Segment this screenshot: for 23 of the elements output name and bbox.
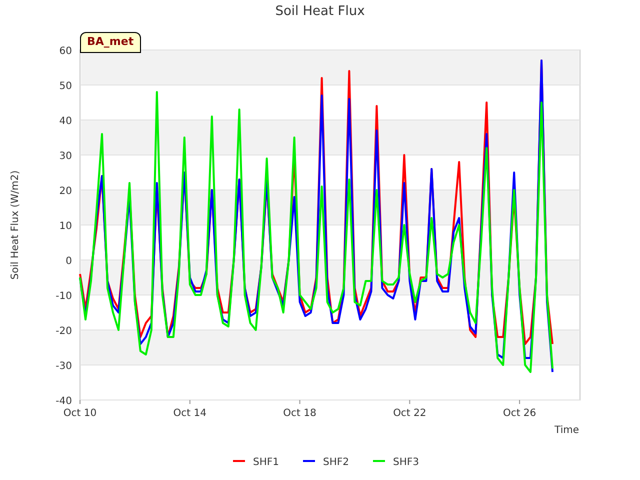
y-axis-label: Soil Heat Flux (W/m2) bbox=[10, 170, 21, 280]
tick-label: Oct 10 bbox=[63, 408, 97, 419]
tick-label: Oct 14 bbox=[173, 408, 206, 419]
tick-label: 30 bbox=[59, 151, 72, 162]
tick-label: Oct 18 bbox=[283, 408, 316, 419]
chart-title: Soil Heat Flux bbox=[275, 4, 365, 19]
tick-label: -20 bbox=[56, 326, 72, 337]
tick-label: 40 bbox=[59, 116, 72, 127]
tick-label: -40 bbox=[56, 396, 72, 407]
legend-label: SHF2 bbox=[323, 457, 349, 468]
site-badge: BA_met bbox=[80, 32, 141, 52]
legend-label: SHF1 bbox=[253, 457, 279, 468]
tick-label: -10 bbox=[56, 291, 72, 302]
x-axis-label: Time bbox=[554, 425, 579, 436]
tick-label: 20 bbox=[59, 186, 72, 197]
tick-label: 50 bbox=[59, 81, 72, 92]
tick-label: 60 bbox=[59, 46, 72, 57]
tick-label: 0 bbox=[66, 256, 72, 267]
tick-label: Oct 26 bbox=[502, 408, 536, 419]
tick-label: -30 bbox=[56, 361, 72, 372]
legend-label: SHF3 bbox=[393, 457, 419, 468]
tick-label: Oct 22 bbox=[393, 408, 426, 419]
tick-label: 10 bbox=[59, 221, 72, 232]
